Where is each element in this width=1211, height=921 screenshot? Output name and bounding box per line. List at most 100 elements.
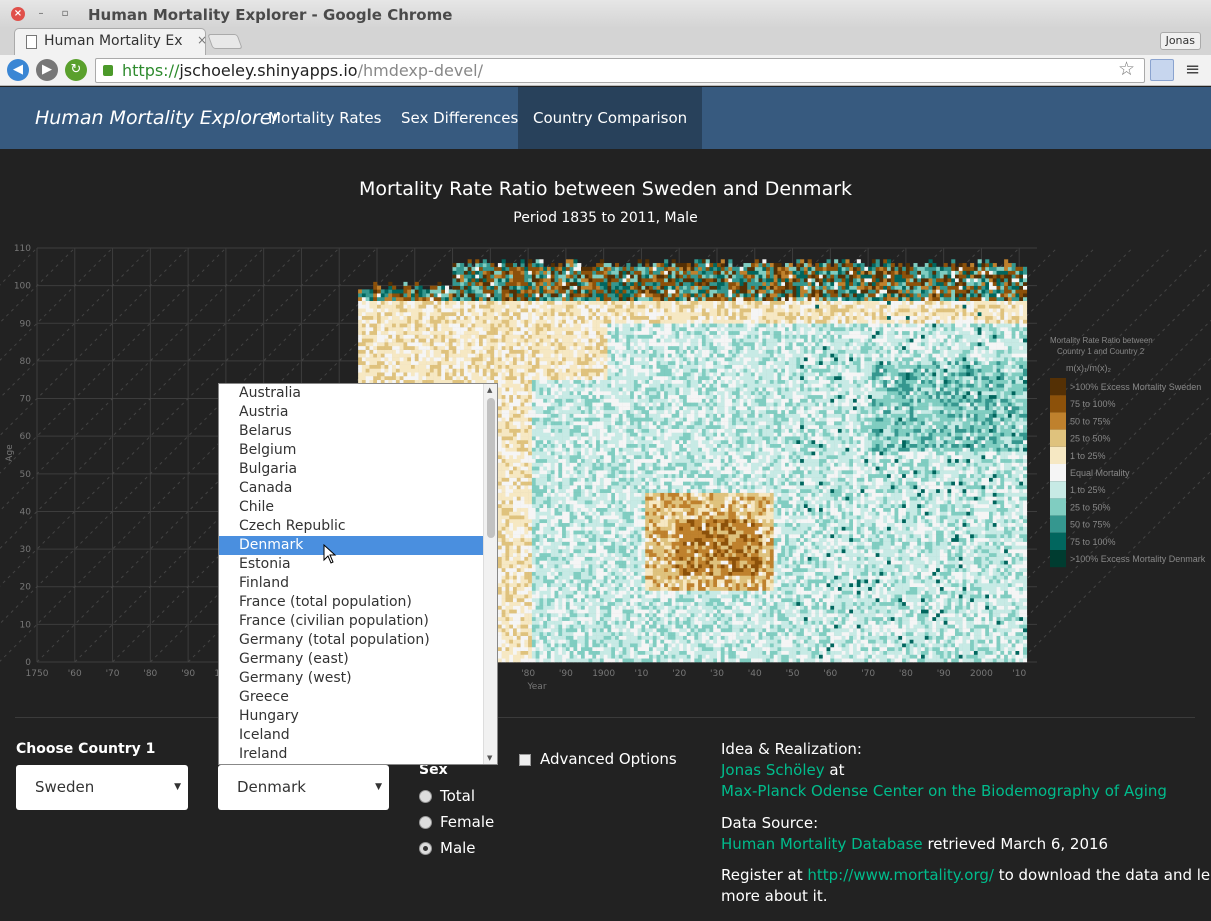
heatmap-cell [501,515,506,520]
heatmap-cell [456,364,461,369]
heatmap-cell [471,315,476,320]
heatmap-cell [531,643,536,648]
heatmap-cell [509,598,514,603]
heatmap-cell [486,357,491,362]
heatmap-cell [520,628,525,633]
heatmap-cell [441,293,446,298]
heatmap-cell [497,526,502,531]
heatmap-cell [531,439,536,445]
heatmap-cell [448,296,453,301]
heatmap-cell [471,289,476,294]
heatmap-cell [516,281,521,286]
back-icon[interactable]: ◀ [7,59,29,81]
heatmap-cell [528,534,533,539]
heatmap-cell [528,470,533,475]
heatmap-cell [528,360,533,365]
heatmap-cell [524,643,529,648]
heatmap-cell [497,601,502,606]
heatmap-cell [426,353,431,358]
heatmap-cell [535,598,540,603]
heatmap-cell [377,349,382,354]
heatmap-cell [520,609,525,614]
heatmap-cell [486,293,491,298]
heatmap-cell [535,485,540,490]
heatmap-cell [377,300,382,305]
heatmap-cell [497,481,502,486]
heatmap-cell [369,372,374,377]
window-maximize-button[interactable]: ▫ [58,7,72,21]
reload-icon[interactable]: ↻ [65,59,87,81]
heatmap-cell [365,345,370,350]
nav-sex-differences[interactable]: Sex Differences [389,87,530,149]
heatmap-cell [407,304,412,309]
heatmap-cell [513,311,518,317]
heatmap-cell [535,579,540,584]
heatmap-cell [501,507,506,512]
heatmap-cell [516,266,521,271]
heatmap-cell [497,515,502,520]
heatmap-cell [414,296,419,301]
heatmap-cell [520,503,525,508]
heatmap-cell [380,311,385,317]
heatmap-cell [392,300,397,305]
heatmap-cell [429,372,434,377]
app-brand[interactable]: Human Mortality Explorer [35,107,279,129]
menu-icon[interactable]: ≡ [1185,59,1200,80]
heatmap-cell [365,357,370,362]
heatmap-cell [524,417,529,422]
heatmap-cell [482,304,487,309]
nav-country-comparison[interactable]: Country Comparison [518,87,703,149]
heatmap-cell [520,345,525,350]
heatmap-cell [501,549,506,554]
heatmap-cell [531,394,536,399]
heatmap-cell [531,575,536,580]
heatmap-cell [463,274,468,279]
heatmap-cell [535,545,540,550]
window-minimize-button[interactable]: – [34,7,48,21]
profile-button[interactable]: Jonas [1159,32,1201,50]
heatmap-cell [497,485,502,490]
window-close-button[interactable]: × [11,7,25,21]
heatmap-cell [494,315,499,320]
heatmap-cell [395,323,400,328]
heatmap-cell [516,556,521,561]
heatmap-cell [460,278,465,283]
heatmap-cell [448,311,453,317]
heatmap-cell [524,443,529,448]
heatmap-cell [528,567,533,572]
tab-close-icon[interactable]: × [197,33,207,47]
heatmap-cell [479,349,484,354]
heatmap-cell [524,485,529,490]
heatmap-cell [524,526,529,531]
heatmap-cell [497,379,502,384]
heatmap-cell [528,402,533,407]
browser-tab[interactable]: Human Mortality Ex × [14,28,207,55]
new-tab-button[interactable] [207,34,243,49]
heatmap-cell [407,345,412,350]
forward-icon[interactable]: ▶ [36,59,58,81]
heatmap-cell [513,413,518,418]
heatmap-cell [407,289,412,294]
heatmap-cell [467,364,472,369]
bookmark-star-icon[interactable]: ☆ [1118,58,1135,80]
heatmap-cell [403,281,408,286]
heatmap-cell [505,421,510,426]
heatmap-cell [399,296,404,301]
nav-mortality-rates[interactable]: Mortality Rates [256,87,393,149]
heatmap-cell [452,285,457,290]
heatmap-cell [528,522,533,527]
heatmap-cell [520,379,525,384]
heatmap-cell [501,432,506,437]
heatmap-cell [516,590,521,595]
extension-icon[interactable] [1150,59,1174,81]
heatmap-cell [460,364,465,369]
heatmap-cell [535,477,540,482]
heatmap-cell [486,289,491,294]
heatmap-cell [437,375,442,381]
heatmap-cell [497,635,502,640]
heatmap-cell [513,503,518,508]
heatmap-cell [520,598,525,603]
heatmap-cell [456,293,461,298]
address-bar[interactable]: https://jschoeley.shinyapps.io/hmdexp-de… [95,58,1145,83]
heatmap-cell [497,624,502,629]
